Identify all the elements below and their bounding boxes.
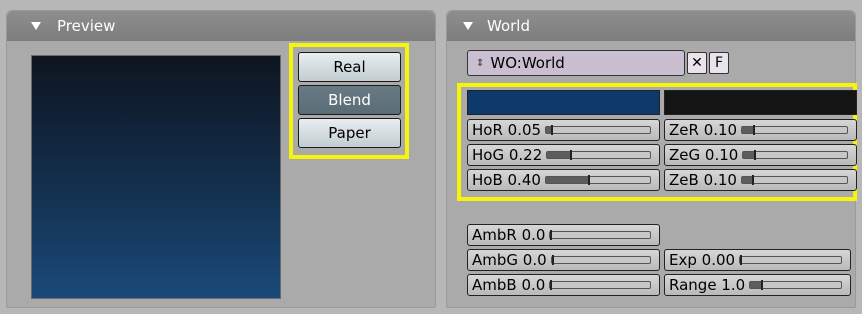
ambient-blue-label: AmbB 0.0 — [472, 276, 546, 294]
slider-track[interactable] — [545, 125, 651, 135]
zenith-green-label: ZeG 0.10 — [669, 146, 739, 164]
zenith-blue-slider[interactable]: ZeB 0.10 — [664, 169, 857, 191]
collapse-triangle-icon[interactable] — [31, 22, 41, 30]
range-slider[interactable]: Range 1.0 — [664, 274, 851, 296]
slider-track[interactable] — [544, 175, 651, 185]
slider-track[interactable] — [549, 230, 651, 240]
slider-track[interactable] — [550, 255, 651, 265]
zenith-red-label: ZeR 0.10 — [669, 121, 738, 139]
exposure-label: Exp 0.00 — [669, 251, 736, 269]
horizon-blue-slider[interactable]: HoB 0.40 — [467, 169, 660, 191]
slider-track[interactable] — [749, 280, 842, 290]
ambient-red-label: AmbR 0.0 — [472, 226, 546, 244]
world-panel-title: World — [487, 17, 530, 35]
zenith-color-swatch[interactable] — [664, 90, 857, 115]
horizon-green-label: HoG 0.22 — [472, 146, 543, 164]
horizon-green-slider[interactable]: HoG 0.22 — [467, 144, 660, 166]
ambient-red-slider[interactable]: AmbR 0.0 — [467, 224, 660, 246]
slider-track[interactable] — [742, 150, 848, 160]
preview-panel-title: Preview — [57, 17, 116, 35]
slider-track[interactable] — [741, 125, 848, 135]
horizon-blue-label: HoB 0.40 — [472, 171, 541, 189]
paper-button[interactable]: Paper — [298, 118, 401, 148]
ambient-blue-slider[interactable]: AmbB 0.0 — [467, 274, 660, 296]
world-preview-image — [31, 55, 281, 299]
up-down-arrows-icon[interactable]: ⇕ — [476, 58, 484, 69]
horizon-red-slider[interactable]: HoR 0.05 — [467, 119, 660, 141]
slider-track[interactable] — [549, 280, 651, 290]
zenith-green-slider[interactable]: ZeG 0.10 — [664, 144, 857, 166]
ambient-green-label: AmbG 0.0 — [472, 251, 547, 269]
blend-button[interactable]: Blend — [298, 85, 401, 115]
unlink-button[interactable]: ✕ — [687, 52, 707, 74]
slider-track[interactable] — [740, 175, 848, 185]
zenith-red-slider[interactable]: ZeR 0.10 — [664, 119, 857, 141]
range-label: Range 1.0 — [669, 276, 746, 294]
preview-panel-header[interactable]: Preview — [7, 11, 435, 41]
horizon-red-label: HoR 0.05 — [472, 121, 542, 139]
horizon-color-swatch[interactable] — [467, 90, 660, 115]
world-panel-header[interactable]: World — [447, 11, 855, 41]
slider-track[interactable] — [739, 255, 842, 265]
exposure-slider[interactable]: Exp 0.00 — [664, 249, 851, 271]
real-button[interactable]: Real — [298, 52, 401, 82]
fake-user-button[interactable]: F — [709, 52, 729, 74]
ambient-green-slider[interactable]: AmbG 0.0 — [467, 249, 660, 271]
collapse-triangle-icon[interactable] — [463, 22, 473, 30]
world-browse-field[interactable]: ⇕ WO:World — [467, 50, 685, 76]
preview-panel: Preview Real Blend Paper — [6, 10, 436, 308]
zenith-blue-label: ZeB 0.10 — [669, 171, 737, 189]
world-name-text[interactable]: WO:World — [490, 54, 564, 72]
world-panel: World ⇕ WO:World ✕ F HoR 0.05 HoG 0.22 H… — [446, 10, 857, 308]
slider-track[interactable] — [546, 150, 651, 160]
